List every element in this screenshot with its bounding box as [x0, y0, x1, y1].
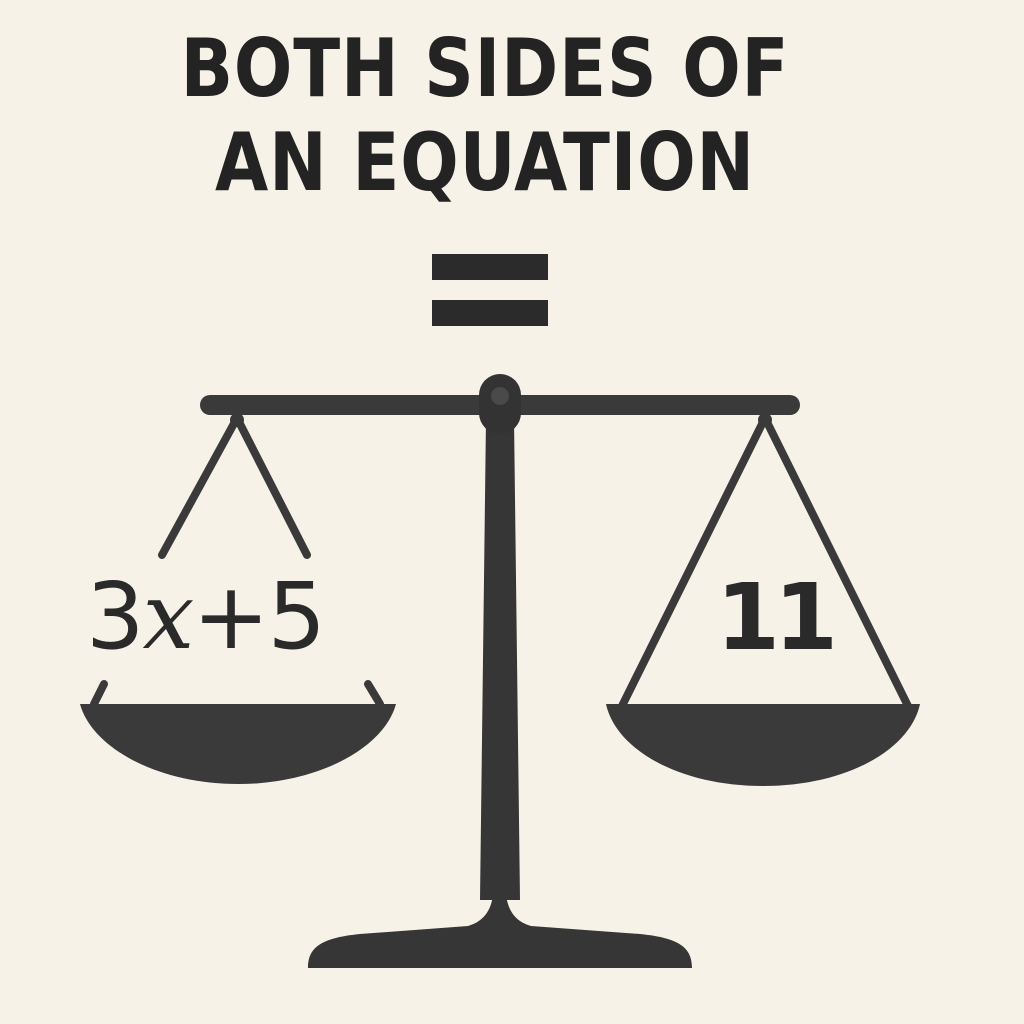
left-expression: 3x+5 — [86, 567, 326, 667]
left-coefficient: 3 — [86, 563, 145, 670]
balance-scale — [80, 254, 920, 968]
left-constant: 5 — [267, 563, 327, 670]
left-pan — [80, 704, 396, 784]
diagram-canvas: BOTH SIDES OF AN EQUATION 3x+5 11 — [0, 0, 1024, 1024]
right-value: 11 — [716, 564, 838, 671]
scale-post — [480, 418, 520, 900]
left-operator: + — [192, 563, 269, 670]
left-variable: x — [142, 563, 195, 670]
pivot-knob-icon — [491, 387, 509, 405]
right-pan — [606, 704, 920, 786]
equals-sign-icon — [432, 254, 548, 326]
